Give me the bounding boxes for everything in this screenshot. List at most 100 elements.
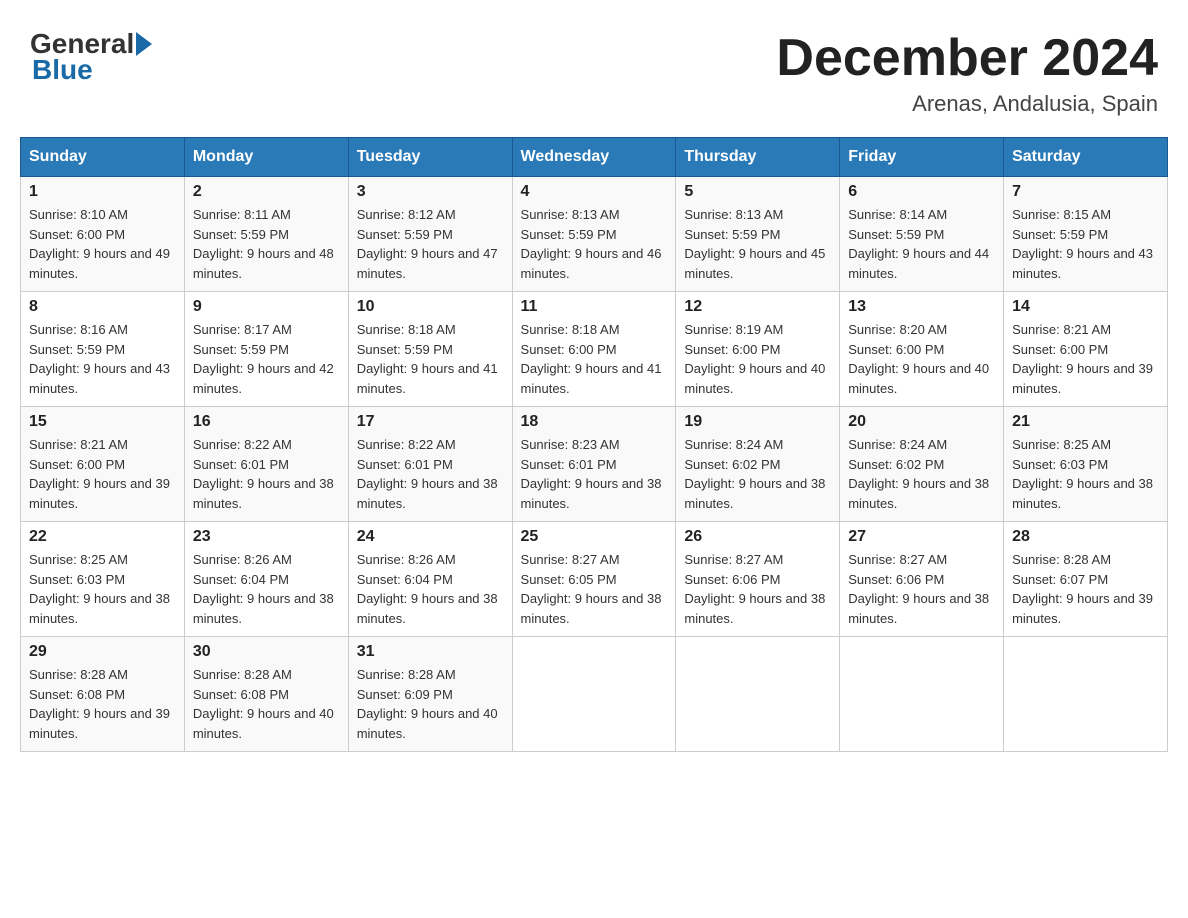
- day-info: Sunrise: 8:26 AMSunset: 6:04 PMDaylight:…: [357, 550, 504, 628]
- day-info: Sunrise: 8:16 AMSunset: 5:59 PMDaylight:…: [29, 320, 176, 398]
- day-cell: [840, 637, 1004, 752]
- day-number: 17: [357, 413, 504, 431]
- day-info: Sunrise: 8:10 AMSunset: 6:00 PMDaylight:…: [29, 205, 176, 283]
- day-header-wednesday: Wednesday: [512, 138, 676, 177]
- day-header-monday: Monday: [184, 138, 348, 177]
- week-row-4: 22 Sunrise: 8:25 AMSunset: 6:03 PMDayligh…: [21, 522, 1168, 637]
- day-header-thursday: Thursday: [676, 138, 840, 177]
- day-cell: 26Sunrise: 8:27 AMSunset: 6:06 PMDayligh…: [676, 522, 840, 637]
- day-cell: 13 Sunrise: 8:20 AMSunset: 6:00 PMDayligh…: [840, 292, 1004, 407]
- day-cell: 14 Sunrise: 8:21 AMSunset: 6:00 PMDayligh…: [1004, 292, 1168, 407]
- day-cell: 1 Sunrise: 8:10 AMSunset: 6:00 PMDaylight…: [21, 177, 185, 292]
- day-cell: 27Sunrise: 8:27 AMSunset: 6:06 PMDayligh…: [840, 522, 1004, 637]
- day-info: Sunrise: 8:18 AMSunset: 5:59 PMDaylight:…: [357, 320, 504, 398]
- day-number: 28: [1012, 528, 1159, 546]
- day-cell: 17Sunrise: 8:22 AMSunset: 6:01 PMDayligh…: [348, 407, 512, 522]
- logo-blue-text: Blue: [32, 54, 93, 86]
- day-cell: 8 Sunrise: 8:16 AMSunset: 5:59 PMDaylight…: [21, 292, 185, 407]
- day-cell: 25 Sunrise: 8:27 AMSunset: 6:05 PMDayligh…: [512, 522, 676, 637]
- day-number: 26: [684, 528, 831, 546]
- day-number: 5: [684, 183, 831, 201]
- day-cell: 7 Sunrise: 8:15 AMSunset: 5:59 PMDaylight…: [1004, 177, 1168, 292]
- month-title: December 2024: [776, 30, 1158, 87]
- day-cell: 12 Sunrise: 8:19 AMSunset: 6:00 PMDayligh…: [676, 292, 840, 407]
- day-info: Sunrise: 8:28 AMSunset: 6:08 PMDaylight:…: [29, 665, 176, 743]
- day-number: 18: [521, 413, 668, 431]
- day-number: 1: [29, 183, 176, 201]
- day-cell: 23 Sunrise: 8:26 AMSunset: 6:04 PMDayligh…: [184, 522, 348, 637]
- day-cell: 21 Sunrise: 8:25 AMSunset: 6:03 PMDayligh…: [1004, 407, 1168, 522]
- day-number: 22: [29, 528, 176, 546]
- day-cell: 18 Sunrise: 8:23 AMSunset: 6:01 PMDayligh…: [512, 407, 676, 522]
- day-cell: 30Sunrise: 8:28 AMSunset: 6:08 PMDayligh…: [184, 637, 348, 752]
- day-number: 13: [848, 298, 995, 316]
- day-number: 25: [521, 528, 668, 546]
- calendar-table: SundayMondayTuesdayWednesdayThursdayFrid…: [20, 137, 1168, 752]
- day-number: 8: [29, 298, 176, 316]
- day-cell: 5 Sunrise: 8:13 AMSunset: 5:59 PMDaylight…: [676, 177, 840, 292]
- day-header-sunday: Sunday: [21, 138, 185, 177]
- day-cell: 3Sunrise: 8:12 AMSunset: 5:59 PMDaylight…: [348, 177, 512, 292]
- day-info: Sunrise: 8:13 AMSunset: 5:59 PMDaylight:…: [521, 205, 668, 283]
- day-info: Sunrise: 8:28 AMSunset: 6:07 PMDaylight:…: [1012, 550, 1159, 628]
- day-cell: 11Sunrise: 8:18 AMSunset: 6:00 PMDayligh…: [512, 292, 676, 407]
- day-info: Sunrise: 8:15 AMSunset: 5:59 PMDaylight:…: [1012, 205, 1159, 283]
- day-cell: [512, 637, 676, 752]
- day-cell: 29 Sunrise: 8:28 AMSunset: 6:08 PMDayligh…: [21, 637, 185, 752]
- day-cell: 15Sunrise: 8:21 AMSunset: 6:00 PMDayligh…: [21, 407, 185, 522]
- logo: General Blue: [30, 30, 154, 86]
- day-cell: 4 Sunrise: 8:13 AMSunset: 5:59 PMDaylight…: [512, 177, 676, 292]
- day-number: 6: [848, 183, 995, 201]
- day-info: Sunrise: 8:22 AMSunset: 6:01 PMDaylight:…: [193, 435, 340, 513]
- day-number: 23: [193, 528, 340, 546]
- day-cell: 16Sunrise: 8:22 AMSunset: 6:01 PMDayligh…: [184, 407, 348, 522]
- day-number: 24: [357, 528, 504, 546]
- day-number: 10: [357, 298, 504, 316]
- day-info: Sunrise: 8:19 AMSunset: 6:00 PMDaylight:…: [684, 320, 831, 398]
- day-info: Sunrise: 8:23 AMSunset: 6:01 PMDaylight:…: [521, 435, 668, 513]
- day-cell: [1004, 637, 1168, 752]
- day-info: Sunrise: 8:11 AMSunset: 5:59 PMDaylight:…: [193, 205, 340, 283]
- day-number: 14: [1012, 298, 1159, 316]
- day-number: 2: [193, 183, 340, 201]
- day-info: Sunrise: 8:25 AMSunset: 6:03 PMDaylight:…: [1012, 435, 1159, 513]
- title-section: December 2024 Arenas, Andalusia, Spain: [776, 30, 1158, 117]
- day-info: Sunrise: 8:12 AMSunset: 5:59 PMDaylight:…: [357, 205, 504, 283]
- header: General Blue December 2024 Arenas, Andal…: [20, 20, 1168, 117]
- header-row: SundayMondayTuesdayWednesdayThursdayFrid…: [21, 138, 1168, 177]
- day-info: Sunrise: 8:21 AMSunset: 6:00 PMDaylight:…: [29, 435, 176, 513]
- week-row-3: 15Sunrise: 8:21 AMSunset: 6:00 PMDayligh…: [21, 407, 1168, 522]
- day-info: Sunrise: 8:21 AMSunset: 6:00 PMDaylight:…: [1012, 320, 1159, 398]
- day-cell: 19 Sunrise: 8:24 AMSunset: 6:02 PMDayligh…: [676, 407, 840, 522]
- day-info: Sunrise: 8:26 AMSunset: 6:04 PMDaylight:…: [193, 550, 340, 628]
- logo-triangle-icon: [136, 32, 152, 56]
- day-cell: 9Sunrise: 8:17 AMSunset: 5:59 PMDaylight…: [184, 292, 348, 407]
- day-info: Sunrise: 8:27 AMSunset: 6:05 PMDaylight:…: [521, 550, 668, 628]
- day-number: 12: [684, 298, 831, 316]
- day-info: Sunrise: 8:24 AMSunset: 6:02 PMDaylight:…: [848, 435, 995, 513]
- day-cell: 24 Sunrise: 8:26 AMSunset: 6:04 PMDayligh…: [348, 522, 512, 637]
- day-number: 31: [357, 643, 504, 661]
- day-cell: 28 Sunrise: 8:28 AMSunset: 6:07 PMDayligh…: [1004, 522, 1168, 637]
- day-info: Sunrise: 8:24 AMSunset: 6:02 PMDaylight:…: [684, 435, 831, 513]
- week-row-5: 29 Sunrise: 8:28 AMSunset: 6:08 PMDayligh…: [21, 637, 1168, 752]
- day-number: 21: [1012, 413, 1159, 431]
- day-number: 4: [521, 183, 668, 201]
- day-info: Sunrise: 8:13 AMSunset: 5:59 PMDaylight:…: [684, 205, 831, 283]
- day-cell: 22 Sunrise: 8:25 AMSunset: 6:03 PMDayligh…: [21, 522, 185, 637]
- day-header-saturday: Saturday: [1004, 138, 1168, 177]
- day-info: Sunrise: 8:20 AMSunset: 6:00 PMDaylight:…: [848, 320, 995, 398]
- day-cell: 2 Sunrise: 8:11 AMSunset: 5:59 PMDaylight…: [184, 177, 348, 292]
- day-number: 9: [193, 298, 340, 316]
- day-cell: [676, 637, 840, 752]
- day-number: 7: [1012, 183, 1159, 201]
- day-info: Sunrise: 8:27 AMSunset: 6:06 PMDaylight:…: [848, 550, 995, 628]
- day-number: 29: [29, 643, 176, 661]
- day-cell: 31Sunrise: 8:28 AMSunset: 6:09 PMDayligh…: [348, 637, 512, 752]
- day-info: Sunrise: 8:25 AMSunset: 6:03 PMDaylight:…: [29, 550, 176, 628]
- day-info: Sunrise: 8:18 AMSunset: 6:00 PMDaylight:…: [521, 320, 668, 398]
- day-cell: 6Sunrise: 8:14 AMSunset: 5:59 PMDaylight…: [840, 177, 1004, 292]
- day-header-friday: Friday: [840, 138, 1004, 177]
- day-number: 19: [684, 413, 831, 431]
- day-cell: 10 Sunrise: 8:18 AMSunset: 5:59 PMDayligh…: [348, 292, 512, 407]
